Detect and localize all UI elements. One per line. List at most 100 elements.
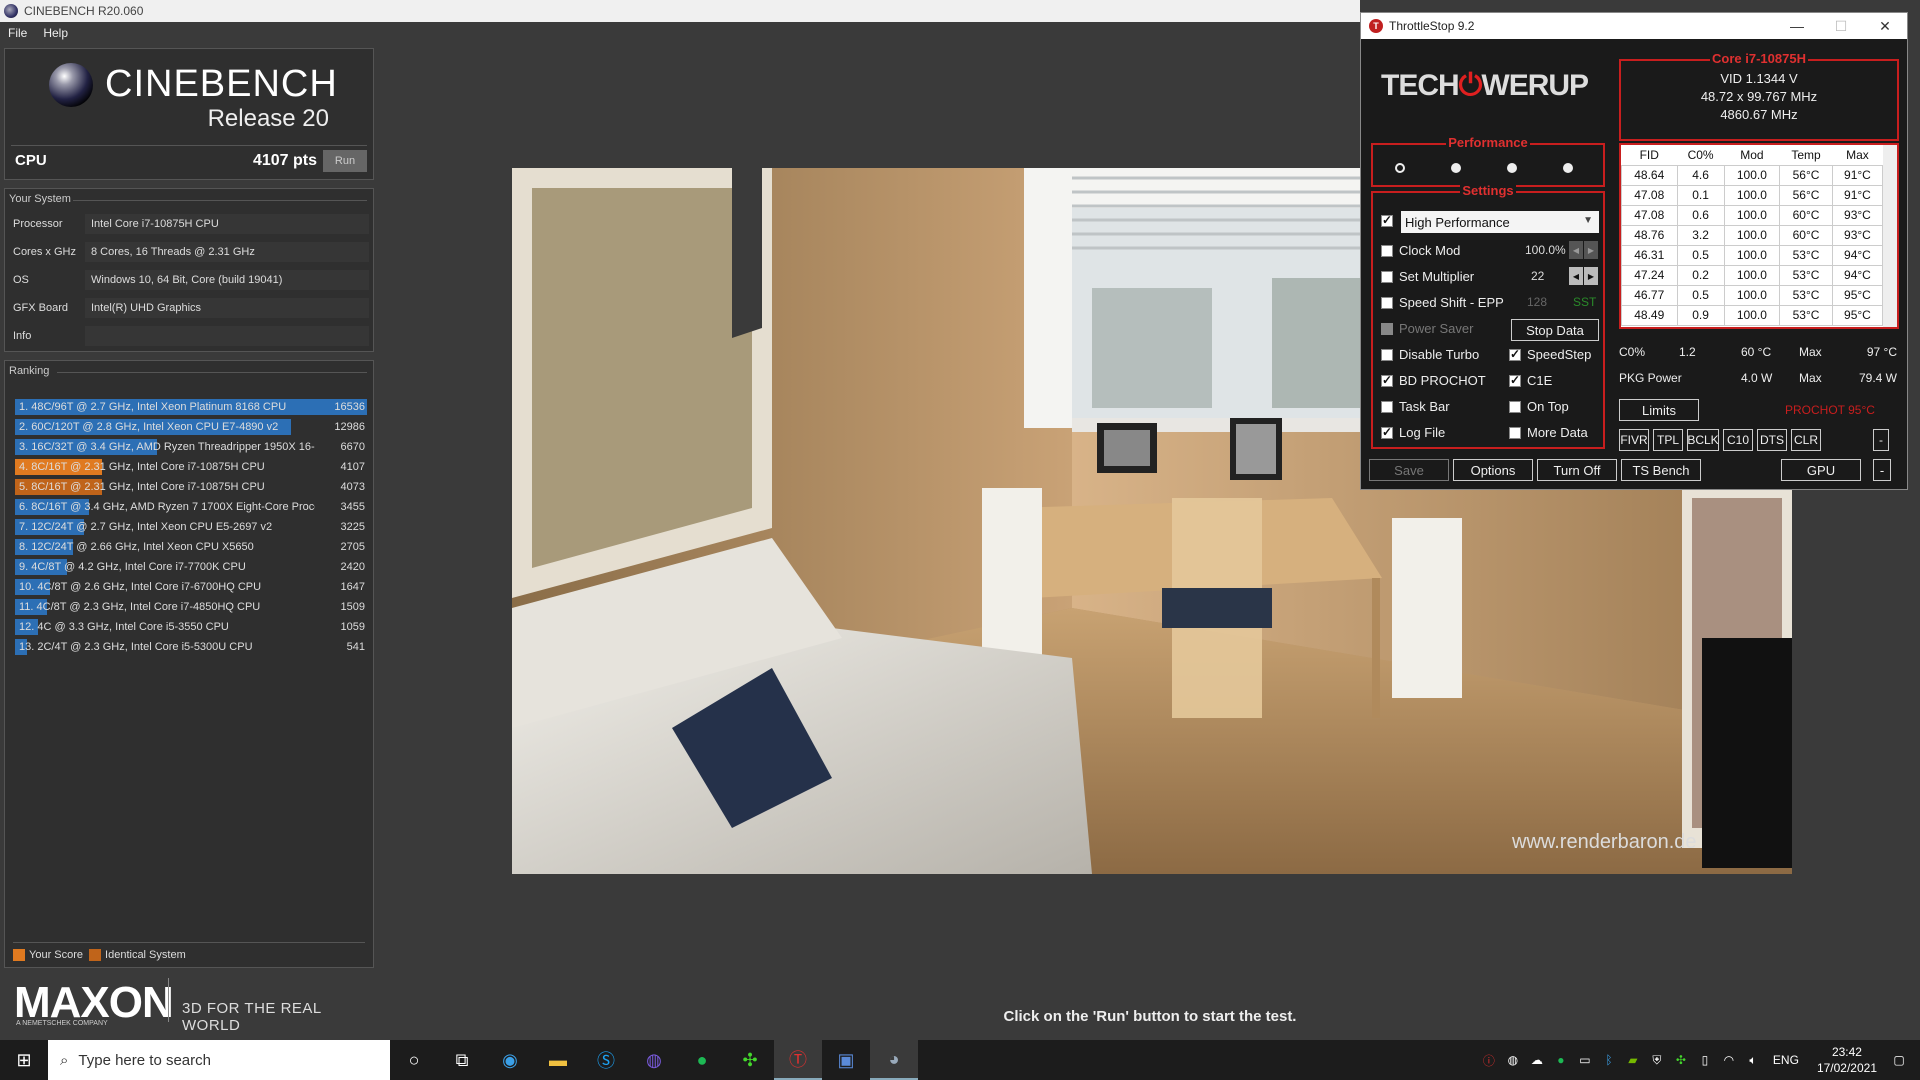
- ranking-row[interactable]: 7. 12C/24T @ 2.7 GHz, Intel Xeon CPU E5-…: [15, 517, 367, 537]
- ranking-row[interactable]: 10. 4C/8T @ 2.6 GHz, Intel Core i7-6700H…: [15, 577, 367, 597]
- ranking-row[interactable]: 11. 4C/8T @ 2.3 GHz, Intel Core i7-4850H…: [15, 597, 367, 617]
- taskbar-search-input[interactable]: ⌕ Type here to search: [48, 1040, 390, 1080]
- minimize-icon[interactable]: —: [1775, 13, 1819, 39]
- viber-icon[interactable]: ◍: [630, 1040, 678, 1080]
- ranking-row[interactable]: 6. 8C/16T @ 3.4 GHz, AMD Ryzen 7 1700X E…: [15, 497, 367, 517]
- menu-help[interactable]: Help: [43, 26, 68, 40]
- disable-turbo-checkbox[interactable]: Disable Turbo: [1381, 347, 1479, 362]
- table-cell: 0.6: [1676, 204, 1725, 226]
- spotify-tray-icon[interactable]: ●: [1552, 1051, 1570, 1069]
- ranking-row[interactable]: 12. 4C @ 3.3 GHz, Intel Core i5-3550 CPU…: [15, 617, 367, 637]
- tool-button-bclk[interactable]: BCLK: [1687, 429, 1719, 451]
- clock-mod-checkbox[interactable]: Clock Mod: [1381, 243, 1460, 258]
- tool-button-tpl[interactable]: TPL: [1653, 429, 1683, 451]
- chevron-left-icon[interactable]: ◀: [1569, 241, 1583, 259]
- section-divider: [57, 372, 367, 373]
- skype-icon[interactable]: Ⓢ: [582, 1040, 630, 1080]
- limits-button[interactable]: Limits: [1619, 399, 1699, 421]
- on-top-checkbox[interactable]: On Top: [1509, 399, 1569, 414]
- ranking-row[interactable]: 1. 48C/96T @ 2.7 GHz, Intel Xeon Platinu…: [15, 397, 367, 417]
- table-header-cell: C0%: [1687, 147, 1714, 162]
- table-cell: 0.1: [1676, 184, 1725, 206]
- battery-icon[interactable]: ▯: [1696, 1051, 1714, 1069]
- taskbar-clock[interactable]: 23:42 17/02/2021: [1817, 1044, 1877, 1076]
- stop-data-button[interactable]: Stop Data: [1511, 319, 1599, 341]
- power-saver-checkbox[interactable]: Power Saver: [1381, 321, 1473, 336]
- set-multiplier-checkbox[interactable]: Set Multiplier: [1381, 269, 1474, 284]
- ranking-row[interactable]: 5. 8C/16T @ 2.31 GHz, Intel Core i7-1087…: [15, 477, 367, 497]
- set-multiplier-value: 22: [1531, 269, 1545, 283]
- ranking-row[interactable]: 3. 16C/32T @ 3.4 GHz, AMD Ryzen Threadri…: [15, 437, 367, 457]
- legend-your-score: Your Score: [29, 949, 84, 961]
- bd-prochot-checkbox[interactable]: BD PROCHOT: [1381, 373, 1486, 388]
- bluetooth-icon[interactable]: ᛒ: [1600, 1051, 1618, 1069]
- chevron-right-icon[interactable]: ▶: [1584, 241, 1598, 259]
- cinebench-taskbar-icon[interactable]: ◕: [870, 1040, 918, 1080]
- ranking-row[interactable]: 8. 12C/24T @ 2.66 GHz, Intel Xeon CPU X5…: [15, 537, 367, 557]
- tool-button-dts[interactable]: DTS: [1757, 429, 1787, 451]
- onedrive-icon[interactable]: ☁: [1528, 1051, 1546, 1069]
- gpu-button[interactable]: GPU: [1781, 459, 1861, 481]
- task-view-icon[interactable]: ⧉: [438, 1040, 486, 1080]
- wifi-icon[interactable]: ◠: [1720, 1051, 1738, 1069]
- chevron-right-icon[interactable]: ▶: [1584, 267, 1598, 285]
- more-data-checkbox[interactable]: More Data: [1509, 425, 1588, 440]
- table-cell: 53°C: [1779, 264, 1833, 286]
- table-scrollbar[interactable]: [1883, 145, 1897, 327]
- viber-tray-icon[interactable]: ◍: [1504, 1051, 1522, 1069]
- profile-select[interactable]: High Performance ▼: [1401, 211, 1599, 233]
- profile-radio-1[interactable]: [1395, 163, 1405, 173]
- profile-radio-4[interactable]: [1563, 163, 1573, 173]
- collapse-button[interactable]: -: [1873, 459, 1891, 481]
- chevron-left-icon[interactable]: ◀: [1569, 267, 1583, 285]
- maximize-icon[interactable]: ☐: [1819, 13, 1863, 39]
- ts-bench-button[interactable]: TS Bench: [1621, 459, 1701, 481]
- ranking-row[interactable]: 9. 4C/8T @ 4.2 GHz, Intel Core i7-7700K …: [15, 557, 367, 577]
- ranking-score: 2420: [340, 561, 365, 573]
- device-icon[interactable]: ▭: [1576, 1051, 1594, 1069]
- security-icon[interactable]: ⛨: [1648, 1051, 1666, 1069]
- c1e-checkbox[interactable]: C1E: [1509, 373, 1552, 388]
- windows-start-icon[interactable]: ⊞: [0, 1040, 48, 1080]
- task-bar-checkbox[interactable]: Task Bar: [1381, 399, 1450, 414]
- table-header-cell: Max: [1846, 147, 1869, 162]
- tool-button-c10[interactable]: C10: [1723, 429, 1753, 451]
- run-button[interactable]: Run: [323, 149, 367, 172]
- table-cell: 100.0: [1723, 224, 1781, 246]
- profile-radio-3[interactable]: [1507, 163, 1517, 173]
- info-input[interactable]: [85, 326, 369, 346]
- file-explorer-icon[interactable]: ▬: [534, 1040, 582, 1080]
- profile-radio-2[interactable]: [1451, 163, 1461, 173]
- options-button[interactable]: Options: [1453, 459, 1533, 481]
- ranking-row[interactable]: 4. 8C/16T @ 2.31 GHz, Intel Core i7-1087…: [15, 457, 367, 477]
- log-file-checkbox[interactable]: Log File: [1381, 425, 1445, 440]
- ranking-row[interactable]: 2. 60C/120T @ 2.8 GHz, Intel Xeon CPU E7…: [15, 417, 367, 437]
- speedstep-checkbox[interactable]: SpeedStep: [1509, 347, 1591, 362]
- razer-icon[interactable]: ✣: [726, 1040, 774, 1080]
- tool-button-clr[interactable]: CLR: [1791, 429, 1821, 451]
- turn-off-button[interactable]: Turn Off: [1537, 459, 1617, 481]
- nvidia-icon[interactable]: ▰: [1624, 1051, 1642, 1069]
- checkbox-icon: [1509, 347, 1521, 361]
- save-disk-icon[interactable]: ▣: [822, 1040, 870, 1080]
- ranking-legend: Your Score Identical System: [13, 942, 365, 961]
- cortana-icon[interactable]: ○: [390, 1040, 438, 1080]
- speed-shift-checkbox[interactable]: Speed Shift - EPP: [1381, 295, 1504, 310]
- save-button[interactable]: Save: [1369, 459, 1449, 481]
- edge-icon[interactable]: ◉: [486, 1040, 534, 1080]
- volume-icon[interactable]: 🔈︎: [1744, 1051, 1762, 1069]
- profile-checkbox[interactable]: [1381, 213, 1399, 227]
- ranking-row[interactable]: 13. 2C/4T @ 2.3 GHz, Intel Core i5-5300U…: [15, 637, 367, 657]
- spotify-icon[interactable]: ●: [678, 1040, 726, 1080]
- notification-icon[interactable]: ▢: [1890, 1051, 1908, 1069]
- menu-file[interactable]: File: [8, 26, 27, 40]
- tool-button-[interactable]: -: [1873, 429, 1889, 451]
- razer-tray-icon[interactable]: ✣: [1672, 1051, 1690, 1069]
- language-indicator[interactable]: ENG: [1773, 1053, 1799, 1067]
- alert-icon[interactable]: ⓘ: [1480, 1051, 1498, 1069]
- system-key: OS: [13, 274, 29, 286]
- tool-button-fivr[interactable]: FIVR: [1619, 429, 1649, 451]
- throttlestop-taskbar-icon[interactable]: Ⓣ: [774, 1040, 822, 1080]
- close-icon[interactable]: ✕: [1863, 13, 1907, 39]
- checkbox-label: Set Multiplier: [1399, 269, 1475, 284]
